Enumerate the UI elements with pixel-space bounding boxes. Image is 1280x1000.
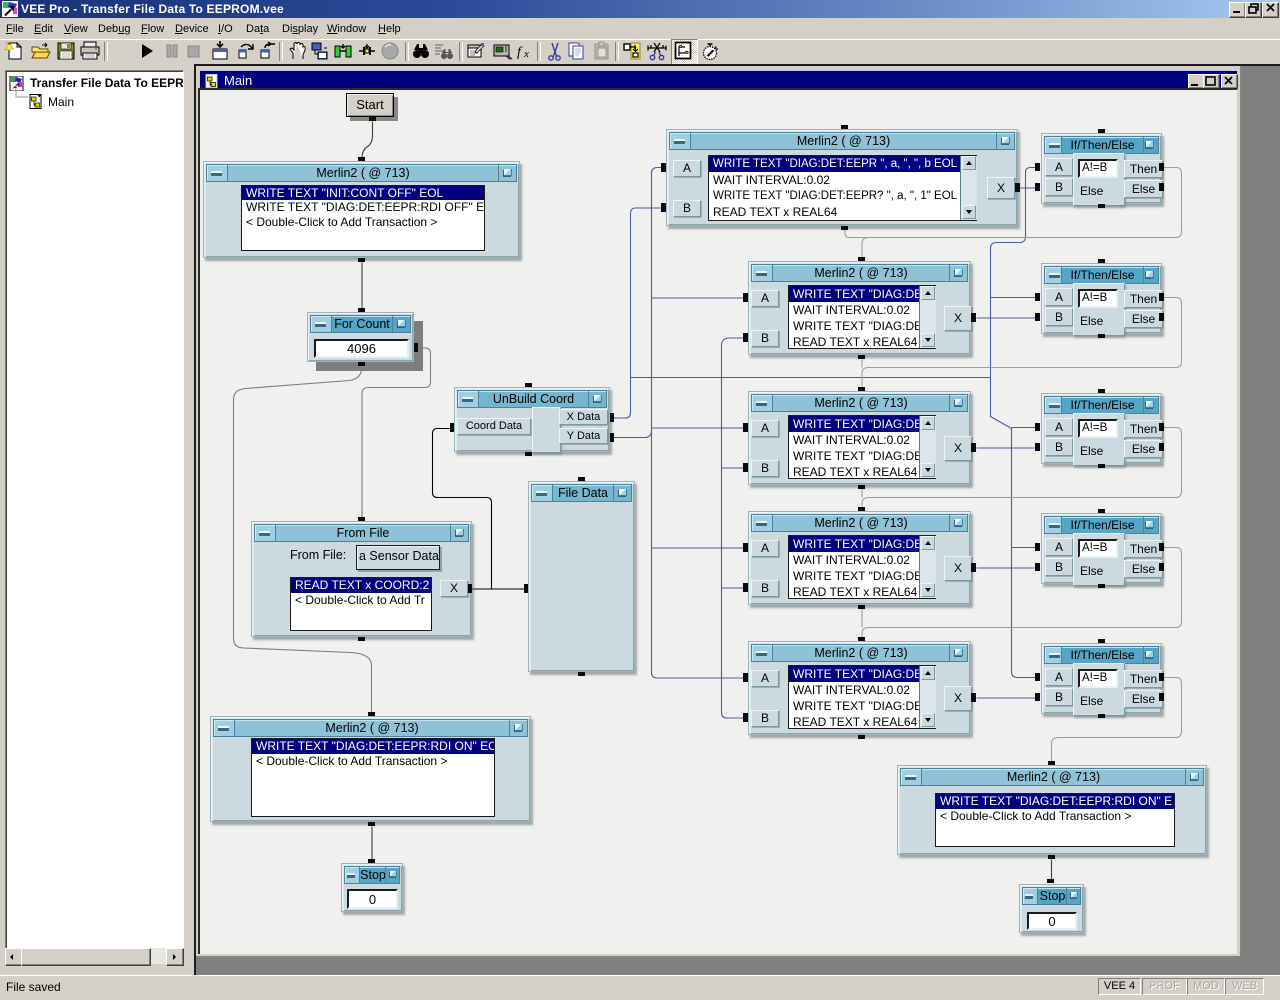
svg-text:x: x [523, 48, 529, 60]
svg-text:f: f [517, 45, 523, 60]
